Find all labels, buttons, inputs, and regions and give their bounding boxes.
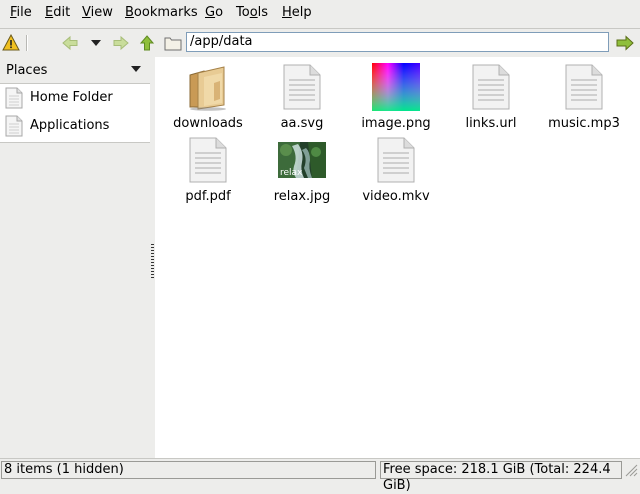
- file-item[interactable]: relax relax.jpg: [254, 130, 350, 204]
- document-icon: [5, 115, 23, 141]
- folder-icon: [184, 63, 232, 111]
- menu-file[interactable]: File: [10, 5, 32, 20]
- menu-bar: File Edit View Bookmarks Go Tools Help: [0, 0, 640, 27]
- sidebar-item-applications[interactable]: Applications: [0, 112, 150, 140]
- splitter-grip[interactable]: [151, 244, 154, 278]
- folder-icon[interactable]: [162, 32, 184, 54]
- file-name: downloads: [173, 116, 243, 131]
- document-icon: [560, 63, 608, 111]
- status-bar: 8 items (1 hidden) Free space: 218.1 GiB…: [0, 458, 640, 493]
- file-item[interactable]: links.url: [443, 57, 539, 131]
- up-icon[interactable]: [136, 32, 158, 54]
- thumb-text: relax: [280, 168, 303, 178]
- places-label: Places: [6, 63, 48, 78]
- file-name: image.png: [361, 116, 431, 131]
- sidebar-item-home-folder[interactable]: Home Folder: [0, 84, 150, 112]
- document-icon: [372, 136, 420, 184]
- file-name: pdf.pdf: [185, 189, 231, 204]
- menu-tools[interactable]: Tools: [236, 5, 268, 20]
- free-space: Free space: 218.1 GiB (Total: 224.4 GiB): [380, 461, 622, 493]
- toolbar-separator: [26, 35, 28, 51]
- file-item[interactable]: image.png: [348, 57, 444, 131]
- menu-help[interactable]: Help: [282, 5, 312, 20]
- document-icon: [467, 63, 515, 111]
- menu-go[interactable]: Go: [205, 5, 223, 20]
- document-icon: [5, 87, 23, 113]
- menu-view[interactable]: View: [82, 5, 113, 20]
- file-item[interactable]: pdf.pdf: [160, 130, 256, 204]
- places-list: Home Folder Applications: [0, 84, 150, 143]
- back-icon[interactable]: [59, 32, 81, 54]
- file-item[interactable]: music.mp3: [536, 57, 632, 131]
- file-name: links.url: [465, 116, 517, 131]
- places-dropdown[interactable]: Places: [0, 57, 150, 84]
- file-name: music.mp3: [548, 116, 620, 131]
- file-name: relax.jpg: [273, 189, 331, 204]
- photo-thumbnail-icon: relax: [278, 142, 326, 178]
- document-icon: [278, 63, 326, 111]
- go-icon[interactable]: [614, 32, 636, 54]
- document-icon: [184, 136, 232, 184]
- image-thumbnail-icon: [372, 63, 420, 111]
- history-dropdown-icon[interactable]: [85, 32, 107, 54]
- sidebar-item-label: Home Folder: [30, 90, 113, 105]
- forward-icon[interactable]: [110, 32, 132, 54]
- location-input[interactable]: /app/data: [186, 32, 609, 52]
- item-count: 8 items (1 hidden): [1, 461, 376, 479]
- warning-icon[interactable]: [0, 32, 22, 54]
- chevron-down-icon: [131, 66, 141, 72]
- file-view: downloads aa.svg image.png links.url mus…: [155, 57, 640, 458]
- file-name: video.mkv: [362, 189, 430, 204]
- sidebar-item-label: Applications: [30, 118, 110, 133]
- file-item[interactable]: video.mkv: [348, 130, 444, 204]
- resize-grip-icon[interactable]: [624, 463, 638, 477]
- file-item[interactable]: aa.svg: [254, 57, 350, 131]
- toolbar: /app/data: [0, 28, 640, 57]
- menu-bookmarks[interactable]: Bookmarks: [125, 5, 198, 20]
- sidebar: Places Home Folder Applications: [0, 57, 150, 458]
- file-item[interactable]: downloads: [160, 57, 256, 131]
- menu-edit[interactable]: Edit: [45, 5, 70, 20]
- file-name: aa.svg: [280, 116, 324, 131]
